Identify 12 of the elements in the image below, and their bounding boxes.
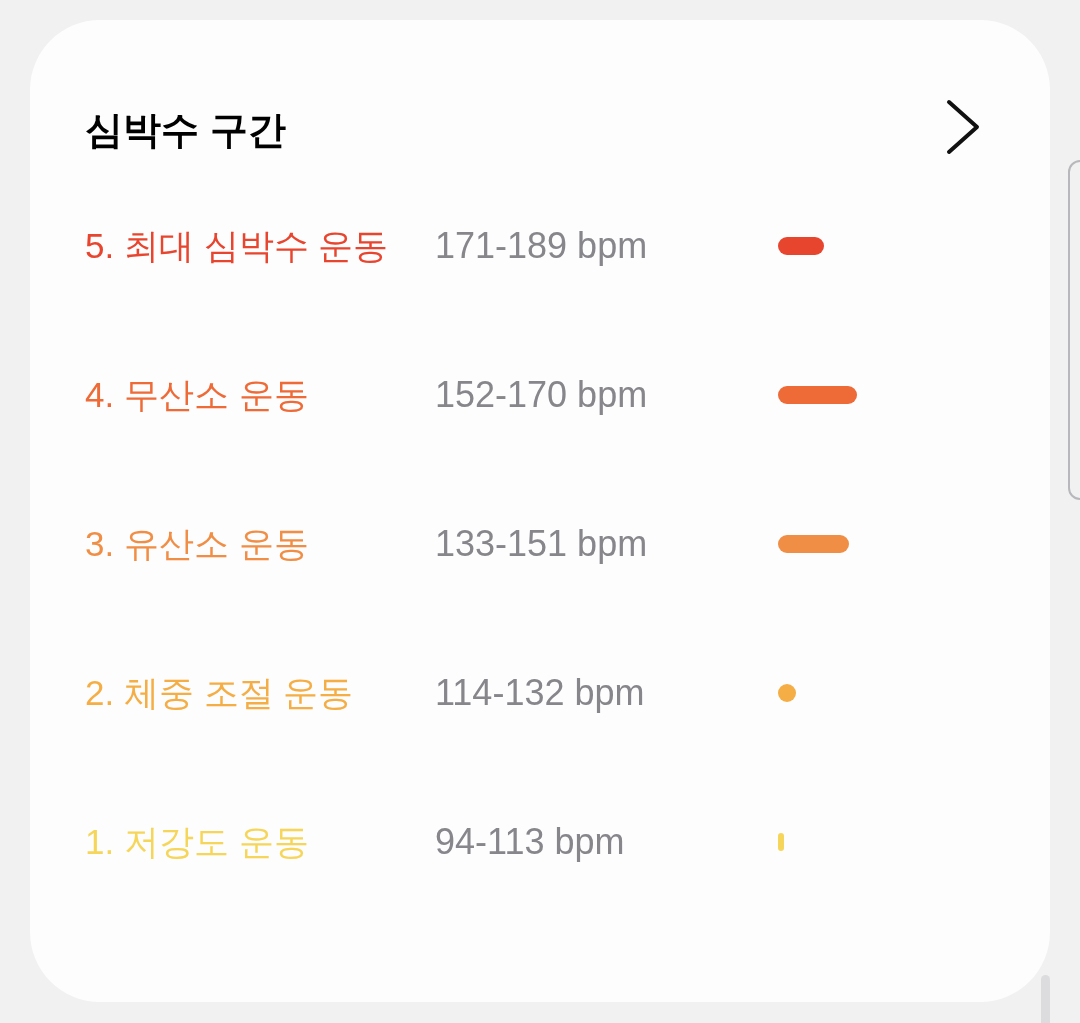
- bpm-range: 133-151 bpm: [435, 525, 649, 562]
- chevron-right-icon[interactable]: [946, 99, 980, 155]
- zone-label: 1. 저강도 운동: [85, 824, 310, 859]
- zone-label: 3. 유산소 운동: [85, 526, 310, 561]
- zone-label: 5. 최대 심박수 운동: [85, 228, 390, 263]
- card-title: 심박수 구간: [85, 111, 286, 149]
- bpm-range: 94-113 bpm: [435, 823, 626, 860]
- zone-label: 4. 무산소 운동: [85, 377, 310, 412]
- bpm-range: 171-189 bpm: [435, 227, 649, 264]
- zone-label: 2. 체중 조절 운동: [85, 675, 355, 710]
- bpm-range: 114-132 bpm: [435, 674, 646, 711]
- bpm-range: 152-170 bpm: [435, 376, 649, 413]
